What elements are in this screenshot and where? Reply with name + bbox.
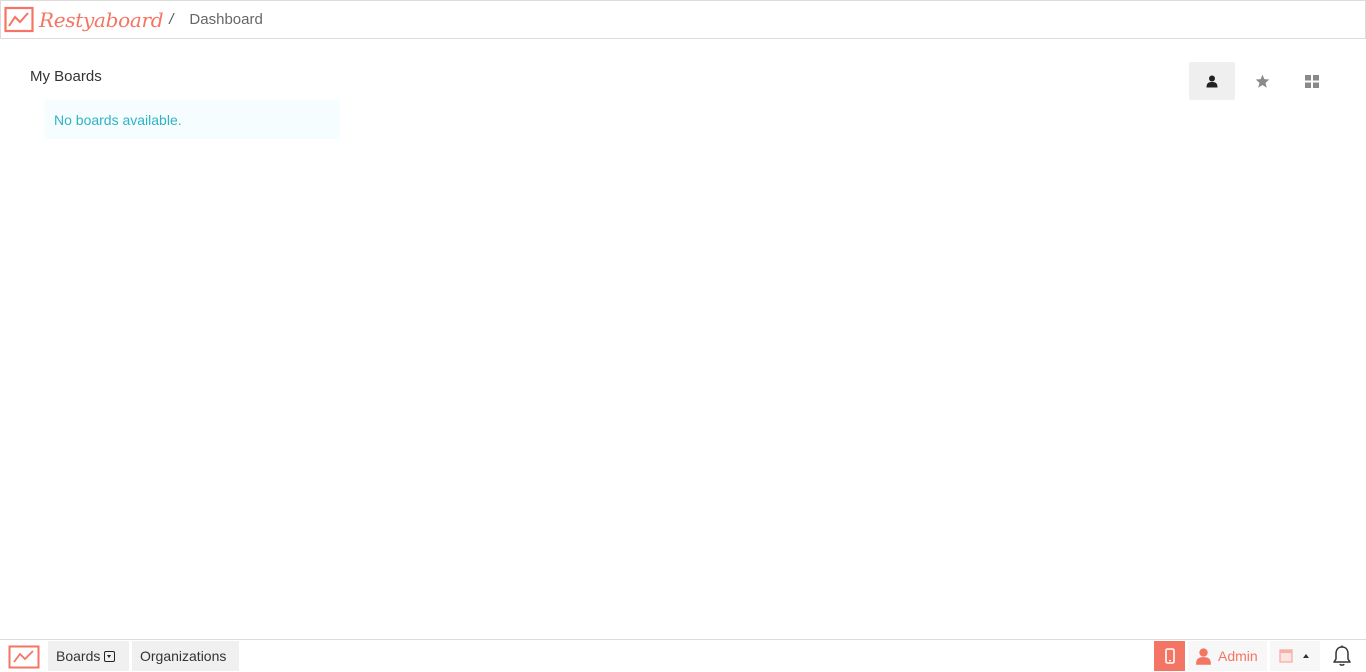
notifications-button[interactable] (1325, 641, 1359, 671)
quick-add-menu[interactable] (1270, 641, 1320, 671)
grid-icon (1305, 74, 1319, 88)
all-boards-view-button[interactable] (1289, 62, 1335, 100)
boards-label: Boards (56, 648, 101, 664)
caret-up-icon (1303, 654, 1309, 658)
empty-boards-text: No boards available. (54, 111, 182, 128)
caret-down-icon (104, 650, 116, 662)
chart-line-icon (4, 6, 34, 32)
empty-boards-message: No boards available. (45, 100, 340, 139)
footer-logo-button[interactable] (4, 642, 44, 671)
boards-menu-button[interactable]: Boards (48, 641, 129, 671)
brand-name: Restyaboard (39, 7, 164, 32)
admin-user-menu[interactable]: Admin (1188, 641, 1267, 671)
bell-icon (1333, 645, 1351, 666)
bottom-bar: Boards Organizations Admin (0, 639, 1366, 672)
user-icon (1196, 647, 1211, 665)
organizations-button[interactable]: Organizations (132, 641, 239, 671)
top-bar: Restyaboard / Dashboard (0, 0, 1366, 39)
my-boards-view-button[interactable] (1189, 62, 1235, 100)
quick-add-icon (1279, 649, 1293, 663)
chart-line-icon (8, 645, 40, 668)
admin-label: Admin (1218, 648, 1258, 664)
starred-boards-view-button[interactable] (1239, 62, 1285, 100)
user-icon (1206, 75, 1218, 87)
star-icon (1255, 74, 1269, 88)
mobile-icon (1164, 648, 1175, 664)
brand-link[interactable]: Restyaboard (4, 1, 164, 38)
my-boards-heading: My Boards (30, 68, 102, 85)
page-title: Dashboard (189, 11, 263, 28)
breadcrumb-separator: / (169, 11, 174, 28)
organizations-label: Organizations (140, 648, 227, 664)
view-switcher (1189, 62, 1339, 100)
mobile-app-button[interactable] (1154, 641, 1185, 671)
